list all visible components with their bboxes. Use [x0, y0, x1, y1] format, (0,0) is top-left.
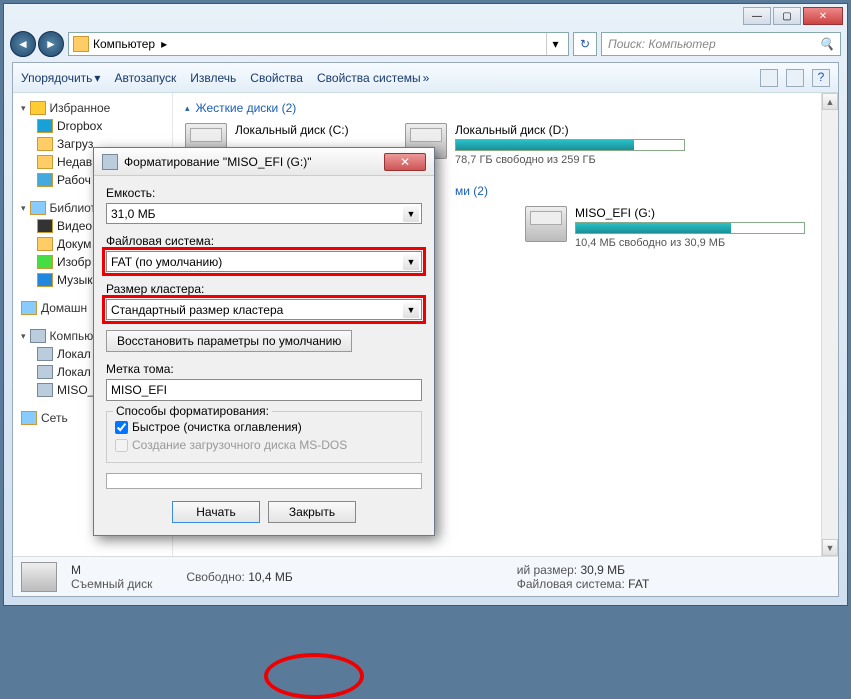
drive-g-label: MISO_EFI (G:): [575, 206, 805, 220]
drive-g-free-text: 10,4 МБ свободно из 30,9 МБ: [575, 237, 805, 249]
vertical-scrollbar[interactable]: ▲ ▼: [821, 93, 838, 556]
drive-g-card[interactable]: MISO_EFI (G:) 10,4 МБ свободно из 30,9 М…: [525, 206, 805, 249]
volume-label-label: Метка тома:: [106, 362, 422, 376]
close-dialog-button[interactable]: Закрыть: [268, 501, 356, 523]
dropbox-icon: [37, 119, 53, 133]
organize-menu[interactable]: Упорядочить ▾: [21, 71, 100, 85]
drive-icon: [37, 365, 53, 379]
volume-label-input[interactable]: [106, 379, 422, 401]
address-dropdown-icon[interactable]: ▾: [546, 33, 564, 55]
eject-button[interactable]: Извлечь: [190, 71, 236, 85]
drive-d-label: Локальный диск (D:): [455, 123, 685, 137]
filesystem-label: Файловая система:: [106, 234, 422, 248]
homegroup-icon: [21, 301, 37, 315]
documents-icon: [37, 237, 53, 251]
format-options-group: Способы форматирования: Быстрое (очистка…: [106, 411, 422, 463]
dialog-close-button[interactable]: ✕: [384, 153, 426, 171]
minimize-button[interactable]: —: [743, 7, 771, 25]
maximize-button[interactable]: ▢: [773, 7, 801, 25]
close-button[interactable]: ✕: [803, 7, 843, 25]
music-icon: [37, 273, 53, 287]
status-name: M: [71, 563, 152, 577]
format-progress-bar: [106, 473, 422, 489]
status-type: Съемный диск: [71, 577, 152, 591]
images-icon: [37, 255, 53, 269]
help-icon[interactable]: ?: [812, 69, 830, 87]
computer-icon: [30, 329, 46, 343]
library-icon: [30, 201, 46, 215]
restore-defaults-button[interactable]: Восстановить параметры по умолчанию: [106, 330, 352, 352]
status-size: 30,9 МБ: [580, 563, 625, 577]
properties-button[interactable]: Свойства: [250, 71, 303, 85]
address-row: ◄ ► Компьютер ▸ ▾ ↻ Поиск: Компьютер 🔍: [4, 28, 847, 60]
drive-icon: [37, 383, 53, 397]
status-free: 10,4 МБ: [248, 570, 293, 584]
autorun-button[interactable]: Автозапуск: [114, 71, 176, 85]
status-fs: FAT: [628, 577, 649, 591]
format-dialog: Форматирование "MISO_EFI (G:)" ✕ Емкость…: [93, 147, 435, 536]
quick-format-checkbox[interactable]: Быстрое (очистка оглавления): [115, 420, 413, 434]
filesystem-select[interactable]: FAT (по умолчанию) ▼: [106, 251, 422, 272]
breadcrumb-computer[interactable]: Компьютер: [93, 37, 155, 51]
drive-c-label: Локальный диск (C:): [235, 123, 365, 137]
chevron-down-icon: ▼: [403, 206, 419, 222]
star-icon: [30, 101, 46, 115]
capacity-label: Емкость:: [106, 186, 422, 200]
dialog-title-text: Форматирование "MISO_EFI (G:)": [124, 155, 311, 169]
drive-d-free-text: 78,7 ГБ свободно из 259 ГБ: [455, 154, 685, 166]
command-toolbar: Упорядочить ▾ Автозапуск Извлечь Свойств…: [13, 63, 838, 93]
start-button[interactable]: Начать: [172, 501, 260, 523]
folder-icon: [37, 155, 53, 169]
chevron-down-icon: ▼: [403, 254, 419, 270]
status-bar: M Съемный диск Свободно: 10,4 МБ ий разм…: [13, 556, 838, 596]
drive-g-usage-bar: [575, 222, 805, 234]
search-icon: 🔍: [819, 37, 834, 51]
computer-icon: [73, 36, 89, 52]
scroll-up-icon[interactable]: ▲: [822, 93, 838, 110]
window-titlebar: — ▢ ✕: [4, 4, 847, 28]
breadcrumb-arrow-icon[interactable]: ▸: [161, 37, 167, 51]
preview-pane-icon[interactable]: [786, 69, 804, 87]
highlight-circle: [264, 653, 364, 699]
cluster-label: Размер кластера:: [106, 282, 422, 296]
video-icon: [37, 219, 53, 233]
drive-icon: [102, 154, 118, 170]
desktop-icon: [37, 173, 53, 187]
chevron-down-icon: ▼: [403, 302, 419, 318]
refresh-button[interactable]: ↻: [573, 32, 597, 56]
drive-icon: [37, 347, 53, 361]
dialog-titlebar[interactable]: Форматирование "MISO_EFI (G:)" ✕: [94, 148, 434, 176]
forward-button[interactable]: ►: [38, 31, 64, 57]
drive-d-card[interactable]: Локальный диск (D:) 78,7 ГБ свободно из …: [405, 123, 685, 166]
back-button[interactable]: ◄: [10, 31, 36, 57]
search-input[interactable]: Поиск: Компьютер 🔍: [601, 32, 841, 56]
sidebar-item-dropbox[interactable]: Dropbox: [13, 117, 172, 135]
capacity-select[interactable]: 31,0 МБ ▼: [106, 203, 422, 224]
search-placeholder: Поиск: Компьютер: [608, 37, 716, 51]
address-bar[interactable]: Компьютер ▸ ▾: [68, 32, 569, 56]
format-options-label: Способы форматирования:: [113, 404, 272, 418]
folder-icon: [37, 137, 53, 151]
view-options-icon[interactable]: [760, 69, 778, 87]
drive-icon: [525, 206, 567, 242]
status-drive-icon: [21, 562, 57, 592]
scroll-down-icon[interactable]: ▼: [822, 539, 838, 556]
removable-section-header[interactable]: ми (2): [455, 184, 826, 198]
cluster-select[interactable]: Стандартный размер кластера ▼: [106, 299, 422, 320]
network-icon: [21, 411, 37, 425]
favorites-group[interactable]: ▾Избранное: [13, 99, 172, 117]
system-properties-button[interactable]: Свойства системы »: [317, 71, 429, 85]
chevron-down-icon: ▾: [94, 71, 100, 85]
hdd-section-header[interactable]: ▴Жесткие диски (2): [185, 101, 826, 115]
msdos-boot-checkbox: Создание загрузочного диска MS-DOS: [115, 438, 413, 452]
drive-d-usage-bar: [455, 139, 685, 151]
